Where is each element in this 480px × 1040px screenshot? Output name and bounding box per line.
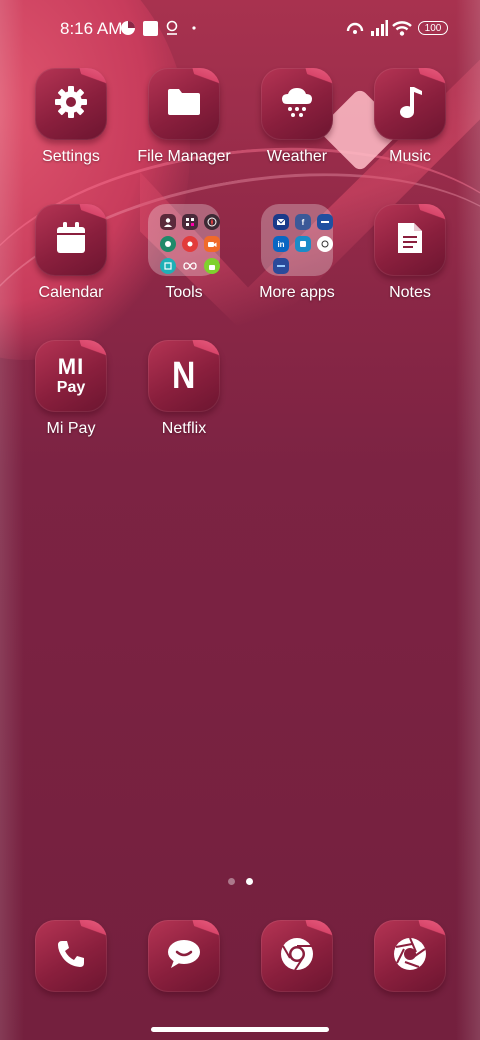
cloud-snow-icon	[279, 84, 315, 125]
camera-app-icon	[374, 920, 446, 992]
app-label: Settings	[42, 148, 100, 165]
mi-remote-icon	[182, 258, 198, 274]
app-netflix[interactable]: N Netflix	[129, 340, 239, 438]
mi-pay-logo-mi: MI	[57, 354, 85, 379]
folder-preview	[148, 204, 220, 276]
folder-tools[interactable]: Tools	[129, 204, 239, 302]
dock-phone[interactable]	[16, 920, 126, 992]
location-icon	[165, 20, 179, 36]
calendar-app-icon	[35, 204, 107, 276]
app-icon	[295, 236, 311, 252]
dock-messages[interactable]	[129, 920, 239, 992]
app-notes[interactable]: Notes	[355, 204, 465, 302]
app-label: Tools	[165, 284, 203, 301]
app-label: File Manager	[137, 148, 231, 165]
app-weather[interactable]: Weather	[242, 68, 352, 166]
linkedin-icon: in	[273, 236, 289, 252]
netflix-app-icon: N	[148, 340, 220, 412]
messages-icon	[166, 938, 202, 975]
notification-square-icon	[143, 20, 158, 36]
status-time: 8:16 AM	[60, 19, 123, 38]
data-saver-icon	[120, 20, 136, 36]
folder-more-apps[interactable]: f in More apps	[242, 204, 352, 302]
phone-app-icon	[35, 920, 107, 992]
chrome-app-icon	[261, 920, 333, 992]
file-manager-app-icon	[148, 68, 220, 140]
netflix-logo: N	[172, 354, 196, 397]
app-label: Netflix	[161, 420, 207, 437]
settings-app-icon	[35, 68, 107, 140]
app-icon	[273, 258, 289, 274]
app-settings[interactable]: Settings	[16, 68, 126, 166]
facebook-icon: f	[295, 214, 311, 230]
home-gesture-bar[interactable]	[151, 1027, 329, 1032]
battery-indicator: 100	[418, 21, 448, 35]
page-dot-active[interactable]	[245, 878, 253, 885]
chrome-icon	[279, 936, 315, 977]
wifi-icon	[392, 20, 412, 36]
app-label: More apps	[259, 284, 335, 301]
chat-icon	[317, 236, 333, 252]
app-label: Calendar	[38, 284, 104, 301]
gear-icon	[53, 84, 89, 125]
app-file-manager[interactable]: File Manager	[129, 68, 239, 166]
scanner-icon	[160, 258, 176, 274]
more-notifications-dot-icon	[191, 20, 197, 36]
app-music[interactable]: Music	[355, 68, 465, 166]
weather-app-icon	[261, 68, 333, 140]
calculator-icon	[182, 214, 198, 230]
music-app-icon	[374, 68, 446, 140]
folder-preview: f in	[261, 204, 333, 276]
status-bar: 8:16 AM 100	[0, 0, 480, 56]
music-note-icon	[395, 85, 425, 124]
messages-app-icon	[148, 920, 220, 992]
document-icon	[396, 221, 424, 260]
compass-icon	[204, 214, 220, 230]
app-icon	[160, 236, 176, 252]
cellular-signal-icon	[370, 20, 388, 36]
app-label: Music	[389, 148, 431, 165]
dock-camera[interactable]	[355, 920, 465, 992]
contacts-icon	[160, 214, 176, 230]
hotspot-icon	[345, 20, 365, 36]
camera-aperture-icon	[392, 936, 428, 977]
page-dot[interactable]	[227, 878, 235, 885]
mail-icon	[273, 214, 289, 230]
folder-icon	[166, 87, 202, 122]
android-icon	[204, 258, 220, 274]
notes-app-icon	[374, 204, 446, 276]
app-label: Notes	[389, 284, 431, 301]
dock-browser[interactable]	[242, 920, 352, 992]
app-mi-pay[interactable]: MI Pay Mi Pay	[16, 340, 126, 438]
calendar-icon	[55, 221, 87, 260]
app-calendar[interactable]: Calendar	[16, 204, 126, 302]
phone-icon	[55, 938, 87, 975]
mi-pay-logo-pay: Pay	[56, 379, 86, 396]
recorder-icon	[182, 236, 198, 252]
app-label: Mi Pay	[46, 420, 96, 437]
screen-recorder-icon	[204, 236, 220, 252]
app-icon	[317, 214, 333, 230]
app-label: Weather	[266, 148, 328, 165]
page-indicator[interactable]	[0, 878, 480, 885]
mi-pay-app-icon: MI Pay	[35, 340, 107, 412]
